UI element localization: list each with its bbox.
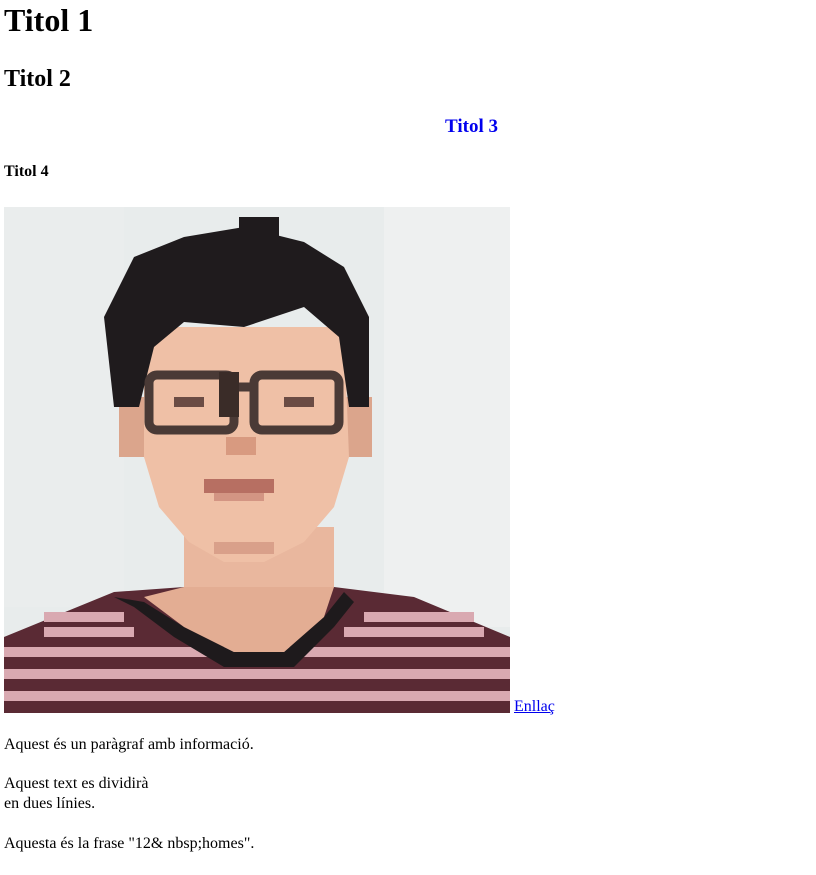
link-enllac[interactable]: Enllaç — [514, 697, 555, 717]
heading-3: Titol 3 — [445, 116, 498, 137]
heading-2: Titol 2 — [4, 66, 71, 92]
paragraph-info: Aquest és un paràgraf amb informació. — [4, 736, 254, 753]
heading-4: Titol 4 — [4, 163, 49, 180]
paragraph-two-lines: Aquest text es dividirà en dues línies. — [4, 774, 148, 814]
paragraph-line-1: Aquest text es dividirà — [4, 775, 149, 792]
portrait-photo-icon — [4, 207, 510, 713]
heading-1: Titol 1 — [4, 2, 94, 38]
paragraph-quote: Aquesta és la frase "12& nbsp;homes". — [4, 835, 255, 852]
photo-row — [4, 207, 510, 713]
paragraph-line-2: en dues línies. — [4, 795, 96, 812]
